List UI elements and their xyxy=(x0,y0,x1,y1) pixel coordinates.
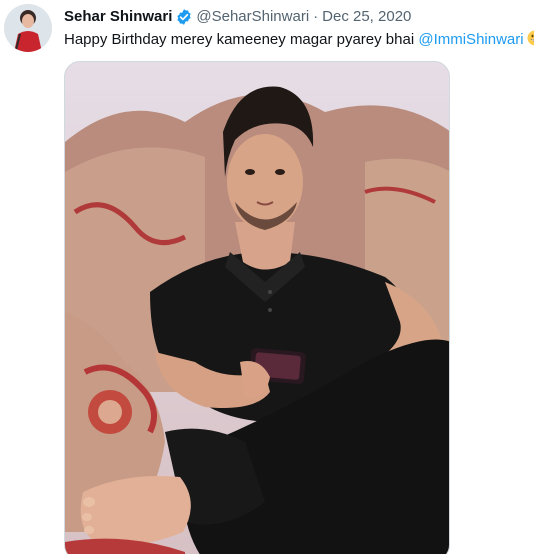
author-name[interactable]: Sehar Shinwari xyxy=(64,7,172,27)
tweet-header: Sehar Shinwari @SeharShinwari · Dec 25, … xyxy=(64,7,411,27)
tweet[interactable]: Sehar Shinwari @SeharShinwari · Dec 25, … xyxy=(0,0,534,554)
mention-link[interactable]: @ImmiShinwari xyxy=(418,31,523,48)
header-separator: · xyxy=(313,8,319,25)
tweet-date[interactable]: Dec 25, 2020 xyxy=(322,7,411,27)
photo-image xyxy=(65,62,449,554)
avatar-image xyxy=(4,4,52,52)
author-handle[interactable]: @SeharShinwari xyxy=(196,7,309,27)
verified-badge-icon xyxy=(177,9,191,25)
tweet-photo[interactable] xyxy=(64,61,450,554)
grinning-face-icon xyxy=(527,30,534,46)
tweet-text-body: Happy Birthday merey kameeney magar pyar… xyxy=(64,31,419,48)
author-avatar[interactable] xyxy=(4,4,52,52)
tweet-text: Happy Birthday merey kameeney magar pyar… xyxy=(64,30,534,50)
